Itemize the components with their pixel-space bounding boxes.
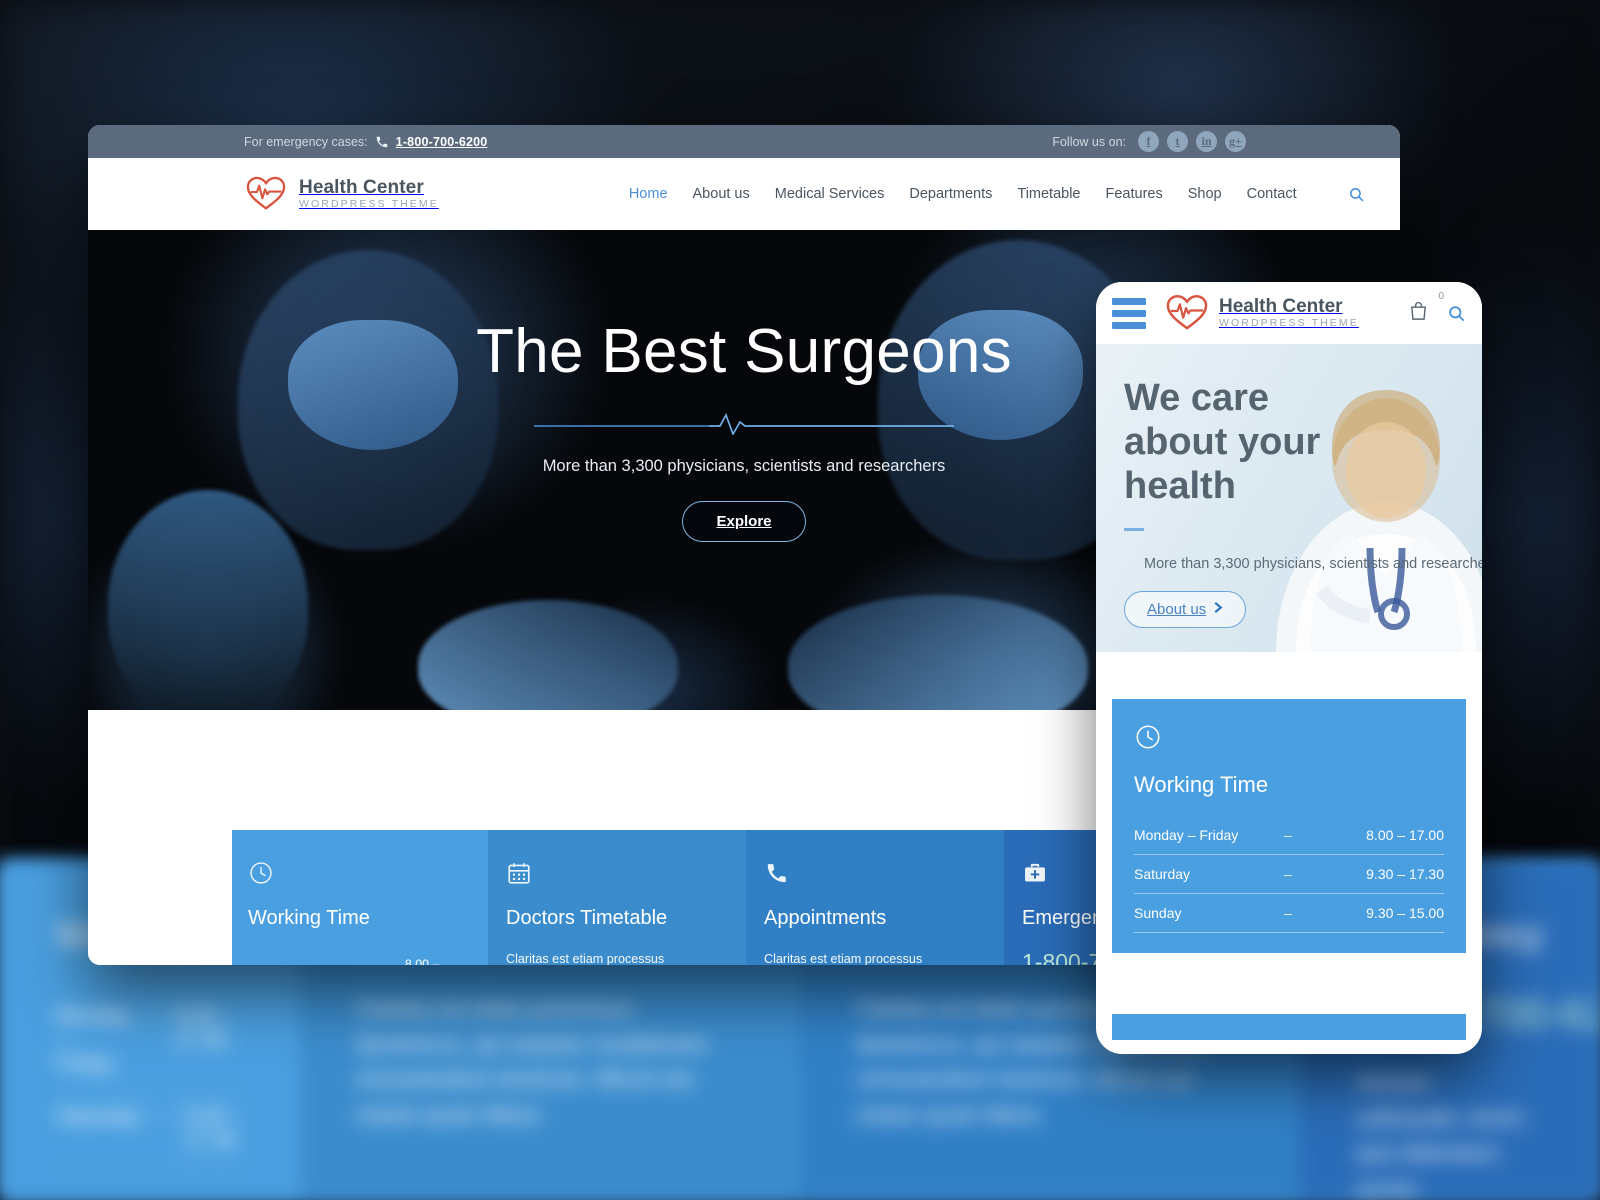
mobile-card-working-time: Working Time Monday – Friday – 8.00 – 17… xyxy=(1112,699,1466,953)
explore-button[interactable]: Explore xyxy=(682,501,806,542)
hero-title: The Best Surgeons xyxy=(476,317,1012,386)
hero-content: The Best Surgeons More than 3,300 physic… xyxy=(88,316,1400,542)
card-body: Claritas est etiam processus dynamicus, … xyxy=(506,952,665,965)
mobile-brand-name: Health Center xyxy=(1219,296,1343,318)
brand-text: Health Center WORDPRESS THEME xyxy=(299,178,439,210)
brand-tagline: WORDPRESS THEME xyxy=(299,197,439,210)
background-card-row: Saturday – 9.30 – 17.30 xyxy=(56,1091,244,1168)
nav-item-medical-services[interactable]: Medical Services xyxy=(775,186,885,202)
emergency-label: For emergency cases: xyxy=(244,134,368,149)
main-navigation: Home About us Medical Services Departmen… xyxy=(629,186,1365,203)
mobile-working-time-row: Saturday – 9.30 – 17.30 xyxy=(1134,855,1444,894)
mobile-working-time-row: Sunday – 9.30 – 15.00 xyxy=(1134,894,1444,933)
phone-icon xyxy=(375,135,389,149)
card-title: Appointments xyxy=(764,907,887,929)
shopping-bag-icon[interactable]: 0 xyxy=(1407,291,1444,328)
nav-item-shop[interactable]: Shop xyxy=(1188,186,1222,202)
nav-item-timetable[interactable]: Timetable xyxy=(1017,186,1080,202)
card-body: Claritas est etiam processus dynamicus, … xyxy=(764,952,923,965)
nav-item-home[interactable]: Home xyxy=(629,186,668,202)
separator: – xyxy=(1284,905,1292,921)
cart-count-badge: 0 xyxy=(1438,290,1444,302)
follow-us-label: Follow us on: xyxy=(1052,134,1126,149)
desktop-white-strip xyxy=(88,905,232,965)
mobile-working-time-row: Monday – Friday – 8.00 – 17.00 xyxy=(1134,816,1444,855)
card-appointments: Appointments Claritas est etiam processu… xyxy=(746,830,1004,965)
separator: – xyxy=(1284,866,1292,882)
search-icon[interactable] xyxy=(1447,304,1466,323)
time-value: 9.30 – 15.00 xyxy=(1366,905,1444,921)
separator: – xyxy=(1284,827,1292,843)
card-title: Working Time xyxy=(248,907,370,929)
day-label: Monday – Friday xyxy=(248,964,354,965)
day-label: Sunday xyxy=(1134,905,1182,921)
card-doctors-timetable: Doctors Timetable Claritas est etiam pro… xyxy=(488,830,746,965)
googleplus-icon[interactable]: g+ xyxy=(1225,131,1246,152)
brand-name: Health Center xyxy=(299,177,424,199)
day-label: Monday – Friday xyxy=(1134,827,1239,843)
clock-icon xyxy=(1134,723,1444,756)
linkedin-icon[interactable]: in xyxy=(1196,131,1217,152)
time-value: 8.00 – 17.00 xyxy=(1366,827,1444,843)
working-time-row: Monday – Friday – 8.00 – 17.00 xyxy=(248,949,470,965)
time-value: 8.00 – 17.00 xyxy=(404,957,440,965)
gloved-hand-left xyxy=(418,600,678,710)
mobile-card-title: Working Time xyxy=(1134,772,1269,797)
pulse-divider-icon xyxy=(534,412,954,436)
mobile-hero-subtitle: More than 3,300 physicians, scientists a… xyxy=(1144,556,1482,572)
background-card-row: Monday – Friday – 8.00 – 17.00 xyxy=(56,990,244,1091)
about-us-button[interactable]: About us xyxy=(1124,591,1247,628)
gloved-hand-right xyxy=(788,595,1088,710)
hero-subtitle: More than 3,300 physicians, scientists a… xyxy=(542,457,946,475)
calendar-icon xyxy=(506,860,728,891)
heart-pulse-logo-icon xyxy=(244,173,288,216)
facebook-icon[interactable]: f xyxy=(1138,131,1159,152)
time-value: 9.30 – 17.30 xyxy=(1366,866,1444,882)
twitter-icon[interactable]: t xyxy=(1167,131,1188,152)
phone-handset-icon xyxy=(764,860,986,891)
card-working-time: Working Time Monday – Friday – 8.00 – 17… xyxy=(232,830,488,965)
background-card-body: Claritas est etiam processus dynamicus, … xyxy=(356,995,709,1127)
search-icon[interactable] xyxy=(1348,186,1365,203)
emergency-contact: For emergency cases: 1-800-700-6200 xyxy=(244,135,487,149)
nav-item-departments[interactable]: Departments xyxy=(909,186,992,202)
nav-item-about-us[interactable]: About us xyxy=(693,186,750,202)
nav-item-features[interactable]: Features xyxy=(1106,186,1163,202)
emergency-phone-link[interactable]: 1-800-700-6200 xyxy=(396,135,488,149)
desktop-header: Health Center WORDPRESS THEME Home About… xyxy=(88,158,1400,230)
about-us-button-label: About us xyxy=(1147,601,1207,618)
desktop-top-bar: For emergency cases: 1-800-700-6200 Foll… xyxy=(88,125,1400,158)
mobile-header-actions: 0 xyxy=(1407,291,1466,328)
day-label: Saturday xyxy=(1134,866,1191,882)
social-links: Follow us on: f t in g+ xyxy=(1052,131,1246,152)
background-card-body: Aenean sollicitudin, lorem quis bibendum… xyxy=(1356,1069,1525,1200)
clock-icon xyxy=(248,860,470,891)
site-logo[interactable]: Health Center WORDPRESS THEME xyxy=(244,173,439,216)
separator: – xyxy=(354,964,405,965)
card-title: Doctors Timetable xyxy=(506,907,668,929)
chevron-right-icon xyxy=(1213,601,1223,618)
mobile-next-card-edge xyxy=(1112,1014,1466,1040)
nav-item-contact[interactable]: Contact xyxy=(1247,186,1297,202)
mobile-spacer xyxy=(1096,652,1482,699)
